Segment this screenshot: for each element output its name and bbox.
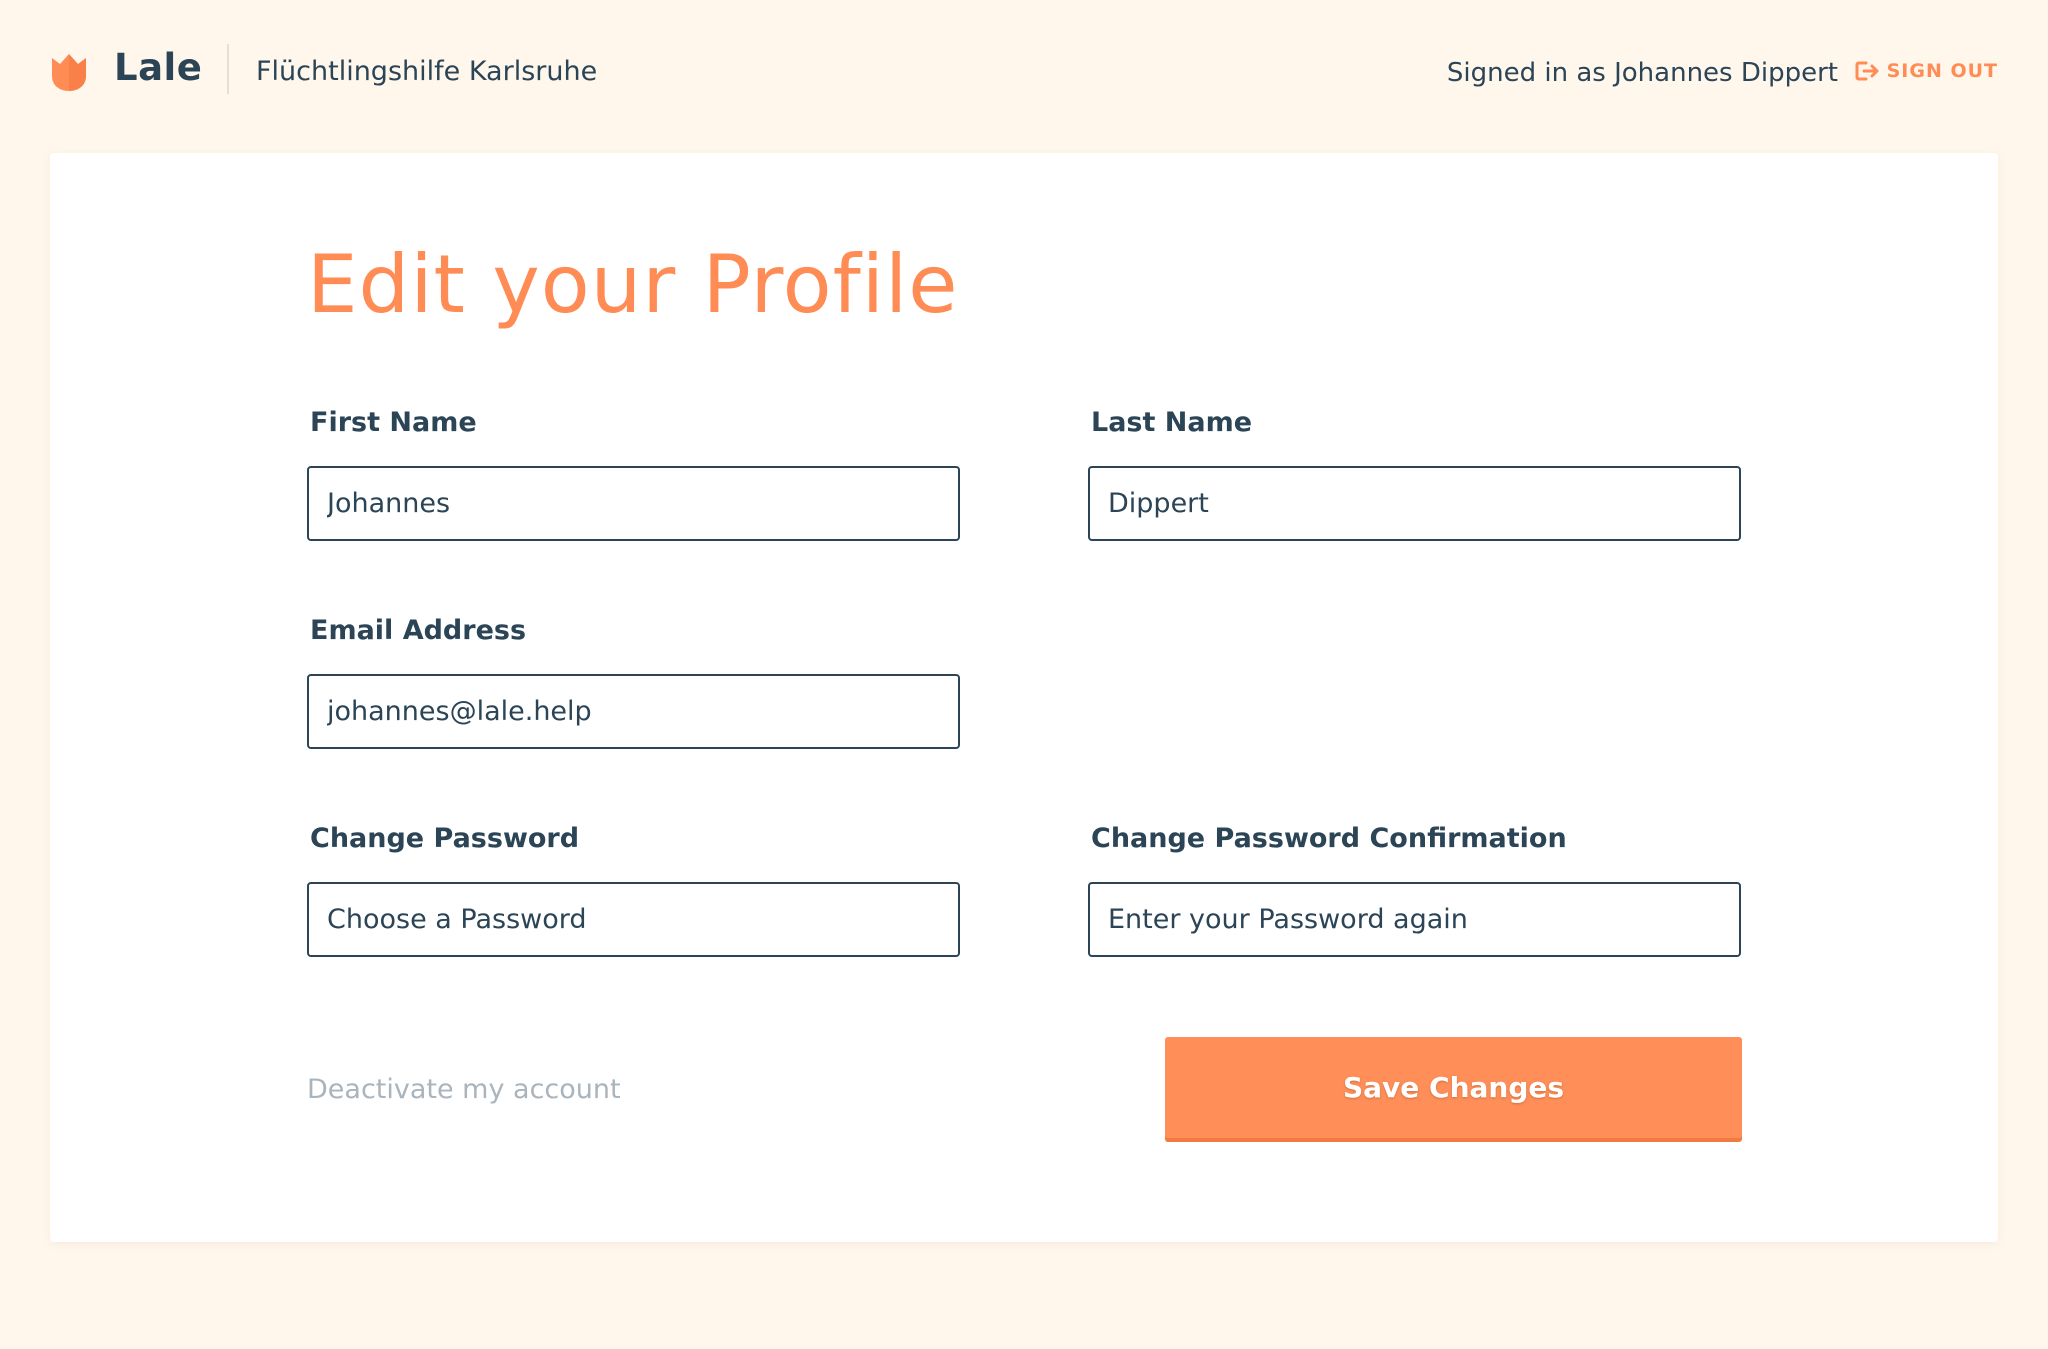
sign-out-label: SIGN OUT	[1886, 60, 1998, 82]
brand-name[interactable]: Lale	[114, 46, 202, 89]
email-field[interactable]	[307, 674, 960, 749]
signed-in-status: Signed in as Johannes Dippert	[1446, 58, 1838, 88]
tulip-icon	[52, 54, 86, 91]
email-label: Email Address	[310, 615, 527, 646]
sign-out-link[interactable]: SIGN OUT	[1855, 60, 1998, 82]
password-label: Change Password	[310, 823, 580, 854]
header-divider	[227, 44, 229, 94]
last-name-label: Last Name	[1091, 407, 1253, 438]
sign-out-icon	[1855, 61, 1879, 81]
password-confirmation-field[interactable]	[1088, 882, 1741, 957]
top-bar: Lale Flüchtlingshilfe Karlsruhe Signed i…	[0, 0, 2048, 146]
first-name-field[interactable]	[307, 466, 960, 541]
password-field[interactable]	[307, 882, 960, 957]
organization-name: Flüchtlingshilfe Karlsruhe	[256, 56, 598, 87]
first-name-label: First Name	[310, 407, 477, 438]
password-confirmation-label: Change Password Confirmation	[1091, 823, 1567, 854]
profile-card: Edit your Profile First Name Last Name E…	[50, 153, 1998, 1242]
page-title: Edit your Profile	[307, 238, 959, 331]
save-changes-button[interactable]: Save Changes	[1165, 1037, 1742, 1138]
last-name-field[interactable]	[1088, 466, 1741, 541]
deactivate-account-link[interactable]: Deactivate my account	[307, 1074, 621, 1105]
